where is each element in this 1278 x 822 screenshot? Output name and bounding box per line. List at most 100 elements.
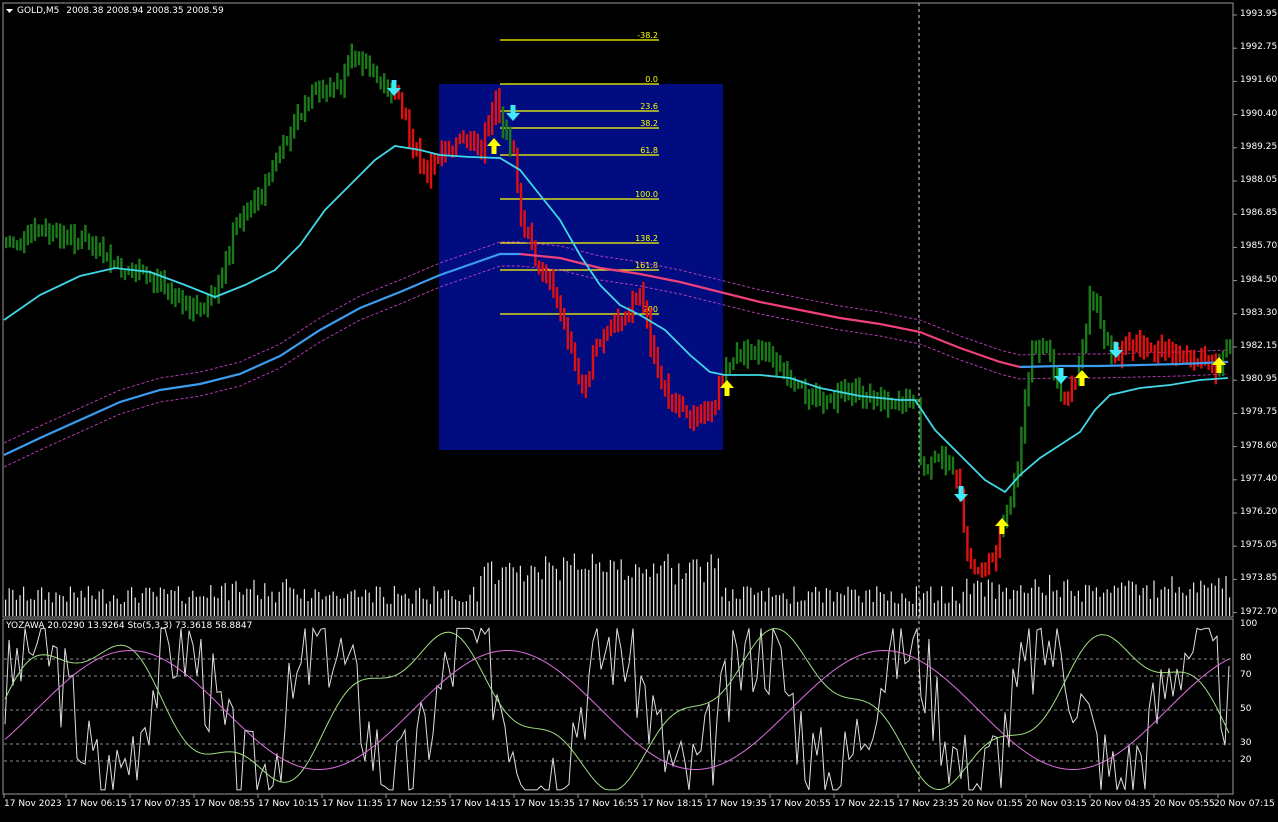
volume-bar	[228, 600, 230, 616]
volume-bar	[555, 568, 557, 616]
price-bar	[48, 223, 51, 245]
price-bar	[66, 229, 69, 246]
price-bar	[797, 381, 800, 390]
price-axis-label: 1988.05	[1240, 175, 1278, 185]
price-bar	[368, 55, 371, 77]
volume-bar	[1182, 592, 1184, 616]
price-bar	[152, 272, 155, 294]
price-bar	[743, 341, 746, 366]
volume-bar	[23, 586, 25, 616]
price-bar	[95, 236, 98, 259]
volume-bar	[530, 565, 532, 616]
price-bar	[102, 236, 105, 264]
price-bar	[221, 267, 224, 289]
volume-bar	[390, 603, 392, 616]
price-bar	[1063, 391, 1066, 405]
price-bar	[41, 224, 44, 237]
osc-axis-label: 70	[1240, 670, 1252, 680]
price-bar	[595, 338, 598, 357]
price-bar	[1153, 344, 1156, 363]
price-bar	[879, 386, 883, 412]
price-bar	[757, 339, 760, 365]
volume-bar	[1160, 589, 1162, 616]
volume-bar	[577, 569, 579, 616]
price-bar	[581, 374, 584, 394]
volume-bar	[1056, 590, 1058, 616]
price-bar	[1175, 343, 1178, 366]
volume-bar	[926, 591, 928, 616]
price-bar	[231, 222, 235, 264]
volume-bar	[116, 598, 118, 616]
volume-bar	[210, 585, 212, 616]
time-axis-label: 17 Nov 2023	[4, 799, 62, 809]
volume-bar	[192, 590, 194, 616]
price-bar	[977, 567, 980, 575]
volume-bar	[764, 601, 766, 616]
price-bar	[509, 126, 512, 157]
volume-bar	[1185, 595, 1187, 616]
volume-bar	[318, 591, 320, 616]
price-bar	[1045, 340, 1048, 354]
price-bar	[1009, 496, 1012, 515]
price-bar	[768, 341, 771, 363]
volume-bar	[12, 589, 14, 616]
price-bar	[638, 288, 641, 306]
volume-bar	[149, 587, 151, 616]
volume-bar	[876, 586, 878, 616]
volume-bar	[1157, 597, 1159, 616]
volume-bar	[469, 594, 471, 616]
price-chart-svg[interactable]: -38.20.023.638.261.8100.0138.2161.8200	[0, 0, 1278, 818]
price-bar	[750, 343, 753, 361]
volume-bar	[159, 587, 161, 616]
volume-bar	[710, 554, 712, 616]
volume-bar	[408, 598, 410, 616]
price-bar	[494, 90, 497, 125]
price-bar	[347, 55, 350, 77]
price-axis-label: 1980.95	[1240, 374, 1278, 385]
volume-bar	[293, 588, 295, 616]
volume-bar	[1095, 587, 1097, 616]
volume-bar	[1052, 591, 1054, 616]
volume-bar	[923, 593, 925, 616]
price-bar	[249, 200, 253, 218]
price-bar	[1081, 339, 1084, 369]
price-bar	[840, 381, 843, 399]
price-bar	[667, 373, 670, 409]
fibo-level-label: 0.0	[645, 75, 658, 84]
price-bar	[591, 345, 595, 380]
volume-bar	[1149, 598, 1151, 616]
volume-bar	[1020, 585, 1022, 616]
price-bar	[681, 396, 685, 412]
volume-bar	[937, 600, 939, 616]
price-bar	[1225, 339, 1228, 358]
volume-bar	[912, 603, 914, 616]
volume-bar	[246, 588, 248, 616]
volume-bar	[77, 597, 79, 616]
price-bar	[343, 63, 346, 98]
price-bar	[30, 224, 33, 244]
price-axis-label: 1993.95	[1240, 9, 1278, 19]
price-bar	[566, 317, 569, 350]
price-bar	[908, 389, 911, 408]
volume-bar	[203, 596, 205, 616]
price-bar	[462, 130, 465, 144]
volume-bar	[858, 595, 860, 616]
volume-bar	[339, 598, 341, 616]
volume-bar	[645, 569, 647, 616]
volume-bar	[638, 567, 640, 616]
volume-bar	[944, 603, 946, 616]
volume-bar	[1038, 586, 1040, 616]
volume-bar	[642, 573, 644, 616]
price-bar	[689, 410, 692, 429]
volume-bar	[480, 575, 482, 616]
volume-bar	[41, 587, 43, 616]
volume-bar	[311, 598, 313, 616]
price-bar	[656, 346, 659, 379]
volume-bar	[447, 589, 449, 616]
price-bar	[519, 182, 523, 227]
volume-bar	[213, 596, 215, 616]
price-bar	[271, 160, 274, 183]
trading-chart-window[interactable]: -38.20.023.638.261.8100.0138.2161.8200 G…	[0, 0, 1278, 818]
price-bar	[635, 292, 638, 306]
volume-bar	[501, 567, 503, 616]
